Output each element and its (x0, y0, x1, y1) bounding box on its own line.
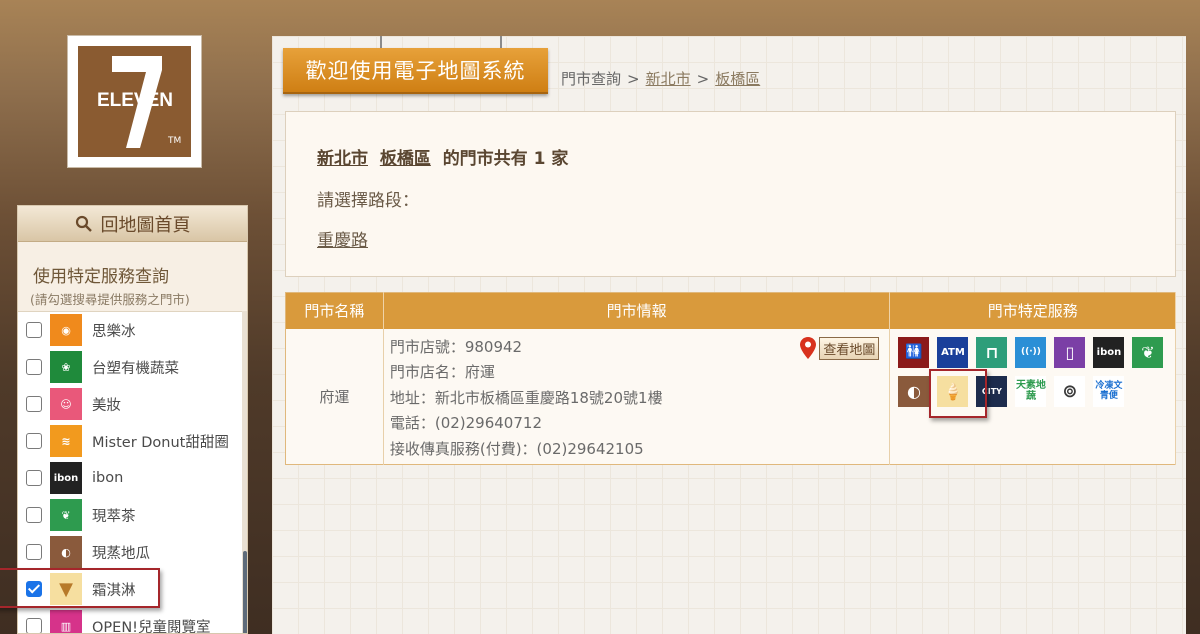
sweet-potato-icon: ◐ (50, 536, 82, 568)
city-cafe-icon: CITY (976, 375, 1008, 407)
store-table: 門市名稱 門市情報 門市特定服務 府運 門市店號：980942 門市店名：府運 … (285, 292, 1176, 465)
service-item-ibon[interactable]: ibon ibon (18, 460, 242, 496)
store-count-line: 新北市 板橋區 的門市共有 1 家 (317, 144, 568, 169)
scrollbar-thumb[interactable] (243, 551, 247, 633)
logo-wordmark: ELEVEN (96, 90, 174, 111)
service-item-kids-reading-room[interactable]: ▥ OPEN!兒童閱覽室 (18, 608, 242, 634)
table-row: 府運 門市店號：980942 門市店名：府運 地址：新北市板橋區重慶路18號20… (285, 328, 1176, 465)
view-map-label: 查看地圖 (819, 336, 880, 360)
service-item-label: 美妝 (92, 397, 121, 414)
service-item-label: OPEN!兒童閱覽室 (92, 619, 211, 634)
ibon-icon: ibon (50, 462, 82, 494)
mister-donut-checkbox[interactable] (26, 433, 42, 449)
service-item-slurpee[interactable]: ◉ 思樂冰 (18, 312, 242, 348)
service-item-label: ibon (92, 470, 124, 486)
breadcrumb-separator: > (627, 70, 640, 88)
soft-serve-icon: 🍦 (937, 375, 969, 407)
bakery-icon: ⊚ (1054, 375, 1086, 407)
breadcrumb-city-link[interactable]: 新北市 (646, 70, 691, 88)
tea-leaf-icon: ❦ (50, 499, 82, 531)
service-filter-list: ◉ 思樂冰 ❀ 台塑有機蔬菜 ☺ 美妝 ≋ Mister Donut甜甜圈 ib… (18, 311, 242, 634)
organic-veg-checkbox[interactable] (26, 359, 42, 375)
sweet-potato-checkbox[interactable] (26, 544, 42, 560)
service-item-label: 台塑有機蔬菜 (92, 360, 179, 377)
atm-icon: ATM (937, 336, 969, 368)
slurpee-icon: ◉ (50, 314, 82, 346)
store-info-cell: 門市店號：980942 門市店名：府運 地址：新北市板橋區重慶路18號20號1樓… (383, 328, 891, 465)
column-header-store-info: 門市情報 (383, 292, 891, 329)
store-count-number: 1 (533, 149, 546, 169)
face-mask-icon: ☺ (50, 388, 82, 420)
service-sidebar: 回地圖首頁 使用特定服務查詢 (請勾選搜尋提供服務之門市) ◉ 思樂冰 ❀ 台塑… (17, 205, 248, 634)
service-item-label: 霜淇淋 (92, 582, 136, 599)
service-item-label: 現蒸地瓜 (92, 545, 150, 562)
map-home-button[interactable]: 回地圖首頁 (18, 206, 247, 242)
service-filter-subtitle: (請勾選搜尋提供服務之門市) (30, 292, 190, 307)
breadcrumb-separator: > (696, 70, 710, 88)
view-map-button[interactable]: 查看地圖 (800, 336, 880, 360)
store-count-unit: 家 (551, 149, 569, 169)
logo-emblem: ELEVEN TM (78, 46, 191, 157)
cosmetics-checkbox[interactable] (26, 396, 42, 412)
leaf-icon: ❀ (50, 351, 82, 383)
service-list-scrollbar[interactable] (242, 311, 247, 633)
donut-icon: ≋ (50, 425, 82, 457)
summary-city-link[interactable]: 新北市 (317, 149, 368, 169)
tea-icon: ❦ (1132, 336, 1164, 368)
store-name: 門市店名：府運 (389, 363, 495, 381)
store-count-text: 的門市共有 (442, 149, 528, 169)
service-filter-title: 使用特定服務查詢 (33, 267, 169, 287)
service-item-fresh-tea[interactable]: ❦ 現萃茶 (18, 497, 242, 533)
service-item-organic-veg[interactable]: ❀ 台塑有機蔬菜 (18, 349, 242, 385)
store-summary-box: 新北市 板橋區 的門市共有 1 家 請選擇路段： 重慶路 (285, 111, 1176, 277)
road-link[interactable]: 重慶路 (317, 226, 368, 251)
kids-reading-room-checkbox[interactable] (26, 618, 42, 633)
service-item-cosmetics[interactable]: ☺ 美妝 (18, 386, 242, 422)
service-item-label: 思樂冰 (92, 323, 136, 340)
ibon-checkbox[interactable] (26, 470, 42, 486)
service-item-label: 現萃茶 (92, 508, 136, 525)
breadcrumb: 門市查詢 > 新北市 > 板橋區 (561, 68, 760, 89)
soft-serve-checkbox[interactable] (26, 581, 42, 597)
mobile-charge-icon: ▯ (1054, 336, 1086, 368)
column-header-store-services: 門市特定服務 (889, 292, 1176, 329)
slurpee-checkbox[interactable] (26, 322, 42, 338)
service-item-sweet-potato[interactable]: ◐ 現蒸地瓜 (18, 534, 242, 570)
service-item-label: Mister Donut甜甜圈 (92, 434, 229, 451)
wifi-icon: ((·)) (1015, 336, 1047, 368)
map-pin-icon (800, 337, 817, 359)
ibon-icon: ibon (1093, 336, 1125, 368)
logo-trademark: TM (168, 136, 182, 146)
restroom-icon: 🚻 (898, 336, 930, 368)
seven-eleven-logo[interactable]: ELEVEN TM (67, 35, 202, 168)
sweet-potato-icon: ◐ (898, 375, 930, 407)
welcome-banner: 歡迎使用電子地圖系統 (283, 48, 548, 94)
breadcrumb-district-link[interactable]: 板橋區 (715, 70, 760, 88)
store-address: 地址：新北市板橋區重慶路18號20號1樓 (389, 388, 663, 407)
fresh-tea-checkbox[interactable] (26, 507, 42, 523)
service-item-mister-donut[interactable]: ≋ Mister Donut甜甜圈 (18, 423, 242, 459)
ice-cream-icon: ▼ (50, 573, 82, 605)
store-name-cell: 府運 (285, 328, 384, 465)
map-home-label: 回地圖首頁 (100, 214, 191, 236)
column-header-store-name: 門市名稱 (285, 292, 384, 329)
store-services-cell: 🚻 ATM ⊓ ((·)) ▯ ibon ❦ ◐ 🍦 CITY 天素地蔬 ⊚ 冷… (889, 328, 1176, 465)
service-item-soft-serve[interactable]: ▼ 霜淇淋 (18, 571, 242, 607)
seating-icon: ⊓ (976, 336, 1008, 368)
book-icon: ▥ (50, 610, 82, 633)
breadcrumb-root: 門市查詢 (561, 70, 622, 88)
organic-veg-icon: 天素地蔬 (1015, 375, 1047, 407)
store-fax: 接收傳真服務(付費)：(02)29642105 (389, 439, 644, 458)
frozen-food-icon: 冷凍文青便 (1093, 375, 1125, 407)
store-table-header: 門市名稱 門市情報 門市特定服務 (285, 292, 1176, 329)
search-icon (75, 215, 92, 232)
road-select-prompt: 請選擇路段： (317, 191, 419, 211)
store-phone: 電話：(02)29640712 (389, 414, 542, 432)
summary-district-link[interactable]: 板橋區 (380, 149, 431, 169)
